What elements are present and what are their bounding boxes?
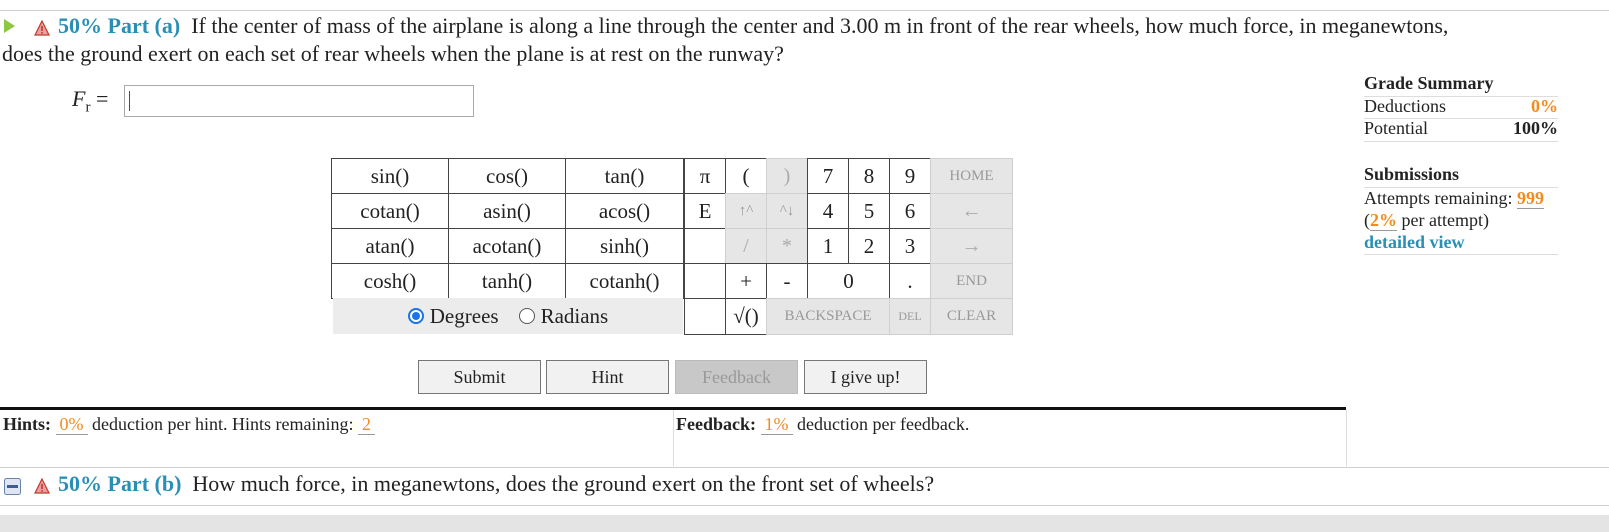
feedback-info: Feedback: 1% deduction per feedback.: [676, 414, 970, 435]
hint-deduction: 0%: [55, 414, 88, 435]
key-backspace[interactable]: BACKSPACE: [766, 298, 890, 335]
key-atan[interactable]: atan(): [331, 228, 449, 264]
key-left-paren[interactable]: (: [725, 158, 767, 194]
answer-input[interactable]: [124, 85, 474, 117]
submit-button[interactable]: Submit: [418, 360, 541, 394]
key-cursor-left[interactable]: ←: [930, 193, 1013, 229]
radians-label: Radians: [540, 303, 609, 328]
key-tan[interactable]: tan(): [565, 158, 684, 194]
blank-key: [684, 228, 726, 264]
part-a-question-line1: 50% Part (a) If the center of mass of th…: [58, 12, 1448, 40]
top-divider: [0, 10, 1609, 11]
key-3[interactable]: 3: [889, 228, 931, 264]
deductions-value: 0%: [1531, 96, 1558, 116]
hints-remaining: 2: [357, 414, 375, 435]
function-keypad: sin() cos() tan() cotan() asin() acos() …: [331, 158, 684, 299]
grade-summary-title: Grade Summary: [1364, 73, 1494, 93]
key-6[interactable]: 6: [889, 193, 931, 229]
feedback-button[interactable]: Feedback: [675, 360, 798, 394]
per-attempt-deduction: (2% per attempt): [1364, 210, 1489, 231]
key-e[interactable]: E: [684, 193, 726, 229]
key-4[interactable]: 4: [807, 193, 849, 229]
text-caret: [129, 91, 130, 111]
key-end[interactable]: END: [930, 263, 1013, 299]
play-icon[interactable]: [4, 19, 15, 33]
key-2[interactable]: 2: [848, 228, 890, 264]
summary-divider: [1364, 254, 1558, 255]
key-8[interactable]: 8: [848, 158, 890, 194]
hints-info: Hints: 0% deduction per hint. Hints rema…: [3, 414, 375, 435]
attempts-value: 999: [1516, 188, 1544, 209]
blank-key: [684, 263, 726, 299]
key-home[interactable]: HOME: [930, 158, 1013, 194]
summary-divider: [1364, 141, 1558, 142]
footer-strip: [0, 515, 1609, 532]
key-sin[interactable]: sin(): [331, 158, 449, 194]
part-a-question-text: If the center of mass of the airplane is…: [191, 13, 1449, 38]
bottom-divider: [0, 505, 1609, 506]
key-cos[interactable]: cos(): [448, 158, 566, 194]
part-b-title: 50% Part (b): [58, 471, 182, 496]
key-cotan[interactable]: cotan(): [331, 193, 449, 229]
warning-icon: [34, 478, 50, 494]
key-tanh[interactable]: tanh(): [448, 263, 566, 299]
key-clear[interactable]: CLEAR: [930, 298, 1013, 335]
key-exp-down[interactable]: ^↓: [766, 193, 808, 229]
part-a-title: 50% Part (a): [58, 13, 181, 38]
key-multiply[interactable]: *: [766, 228, 808, 264]
feedback-deduction: 1%: [760, 414, 793, 435]
key-cotanh[interactable]: cotanh(): [565, 263, 684, 299]
key-plus[interactable]: +: [725, 263, 767, 299]
column-divider: [673, 410, 674, 466]
key-dot[interactable]: .: [889, 263, 931, 299]
key-5[interactable]: 5: [848, 193, 890, 229]
attempts-remaining: Attempts remaining: 999: [1364, 188, 1544, 209]
part-b-question: 50% Part (b) How much force, in meganewt…: [58, 471, 935, 496]
degrees-radio[interactable]: [407, 308, 424, 324]
degrees-label: Degrees: [429, 303, 499, 328]
key-acotan[interactable]: acotan(): [448, 228, 566, 264]
blank-key: [684, 298, 726, 335]
deductions-label: Deductions: [1364, 96, 1446, 116]
give-up-button[interactable]: I give up!: [804, 360, 927, 394]
key-acos[interactable]: acos(): [565, 193, 684, 229]
answer-label: Fr =: [72, 86, 109, 116]
key-sinh[interactable]: sinh(): [565, 228, 684, 264]
submissions-title: Submissions: [1364, 164, 1460, 184]
key-pi[interactable]: π: [684, 158, 726, 194]
key-minus[interactable]: -: [766, 263, 808, 299]
part-a-question-line2: does the ground exert on each set of rea…: [2, 41, 784, 66]
detailed-view-link[interactable]: detailed view: [1364, 232, 1465, 253]
potential-label: Potential: [1364, 118, 1428, 138]
key-cosh[interactable]: cosh(): [331, 263, 449, 299]
key-sqrt[interactable]: √(): [725, 298, 767, 335]
key-right-paren[interactable]: ): [766, 158, 808, 194]
warning-icon: [34, 20, 50, 36]
key-0[interactable]: 0: [807, 263, 890, 299]
hint-button[interactable]: Hint: [546, 360, 669, 394]
key-cursor-right[interactable]: →: [930, 228, 1013, 264]
key-9[interactable]: 9: [889, 158, 931, 194]
key-divide[interactable]: /: [725, 228, 767, 264]
key-exp-up[interactable]: ↑^: [725, 193, 767, 229]
radians-radio[interactable]: [518, 308, 535, 324]
column-divider: [1346, 410, 1347, 466]
number-keypad: π ( ) 7 8 9 HOME E ↑^ ^↓ 4 5 6 ← / * 1 2…: [684, 158, 1013, 335]
part-b-icon[interactable]: [4, 478, 21, 495]
key-del[interactable]: DEL: [889, 298, 931, 335]
key-7[interactable]: 7: [807, 158, 849, 194]
potential-value: 100%: [1513, 118, 1558, 138]
part-b-divider: [0, 467, 1609, 468]
angle-mode: Degrees Radians: [333, 298, 683, 334]
key-1[interactable]: 1: [807, 228, 849, 264]
key-asin[interactable]: asin(): [448, 193, 566, 229]
